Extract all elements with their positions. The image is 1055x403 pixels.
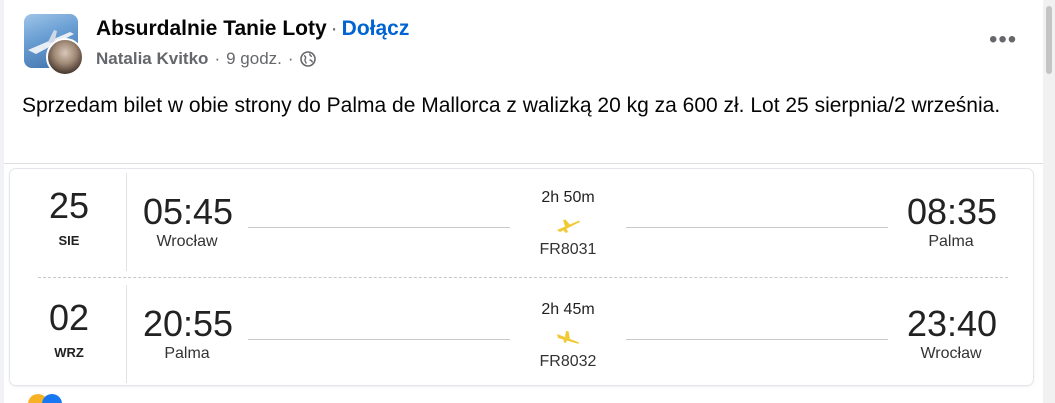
flight-day: 02 [48, 297, 90, 338]
flight-row-separator [38, 277, 1008, 278]
meta-separator: · [287, 49, 294, 68]
date-divider [126, 285, 127, 383]
flight-row-return: 02 WRZ 20:55 Palma 2h 45m FR8032 23:40 W… [10, 281, 1033, 385]
flight-date: 02 WRZ [10, 281, 128, 385]
route-line-left [248, 227, 510, 228]
plane-landing-icon [554, 329, 582, 347]
flight-duration: 2h 50m [541, 189, 595, 206]
route-line-right [626, 339, 888, 340]
join-group-link[interactable]: Dołącz [342, 17, 410, 40]
title-separator: · [330, 17, 338, 40]
flight-itinerary-card[interactable]: 25 SIE 05:45 Wrocław 2h 50m FR8031 08:35… [10, 169, 1033, 385]
more-options-button[interactable]: ••• [989, 28, 1025, 52]
flight-month: SIE [58, 233, 80, 248]
flight-date: 25 SIE [10, 169, 128, 273]
flight-month: WRZ [54, 345, 84, 360]
scrollbar-thumb[interactable] [1046, 6, 1052, 74]
arrival-time: 08:35 [906, 191, 998, 232]
route-line-right [626, 227, 888, 228]
reactions-bar [28, 394, 1028, 403]
arrival-city: Wrocław [920, 345, 982, 362]
author-name-link[interactable]: Natalia Kvitko [96, 49, 208, 69]
flight-duration: 2h 45m [541, 301, 595, 318]
flight-row-outbound: 25 SIE 05:45 Wrocław 2h 50m FR8031 08:35… [10, 169, 1033, 273]
avatar-group[interactable] [24, 14, 86, 76]
author-avatar[interactable] [46, 38, 84, 76]
flight-day: 25 [48, 185, 90, 226]
route-line-left [248, 339, 510, 340]
arrival-time: 23:40 [906, 303, 998, 344]
like-reaction-icon[interactable] [42, 394, 62, 403]
post-header-title: Absurdalnie Tanie Loty · Dołącz [96, 17, 409, 41]
post-timestamp[interactable]: 9 godz. [226, 49, 282, 69]
flight-number: FR8032 [539, 353, 597, 370]
content-divider [4, 163, 1049, 164]
meta-separator: · [214, 49, 221, 68]
group-name-link[interactable]: Absurdalnie Tanie Loty [96, 17, 327, 40]
post-header-meta: Natalia Kvitko · 9 godz. · [96, 49, 316, 69]
departure-time: 05:45 [142, 191, 234, 232]
post-card: Absurdalnie Tanie Loty · Dołącz Natalia Kv… [4, 0, 1049, 403]
globe-icon [299, 51, 316, 67]
page-scrollbar[interactable] [1043, 0, 1055, 403]
arrival-city: Palma [928, 233, 974, 250]
post-body-text: Sprzedam bilet w obie strony do Palma de… [22, 94, 1001, 117]
departure-city: Wrocław [156, 233, 218, 250]
departure-time: 20:55 [142, 303, 234, 344]
plane-takeoff-icon [554, 217, 582, 235]
flight-number: FR8031 [539, 241, 597, 258]
date-divider [126, 173, 127, 271]
departure-city: Palma [164, 345, 210, 362]
